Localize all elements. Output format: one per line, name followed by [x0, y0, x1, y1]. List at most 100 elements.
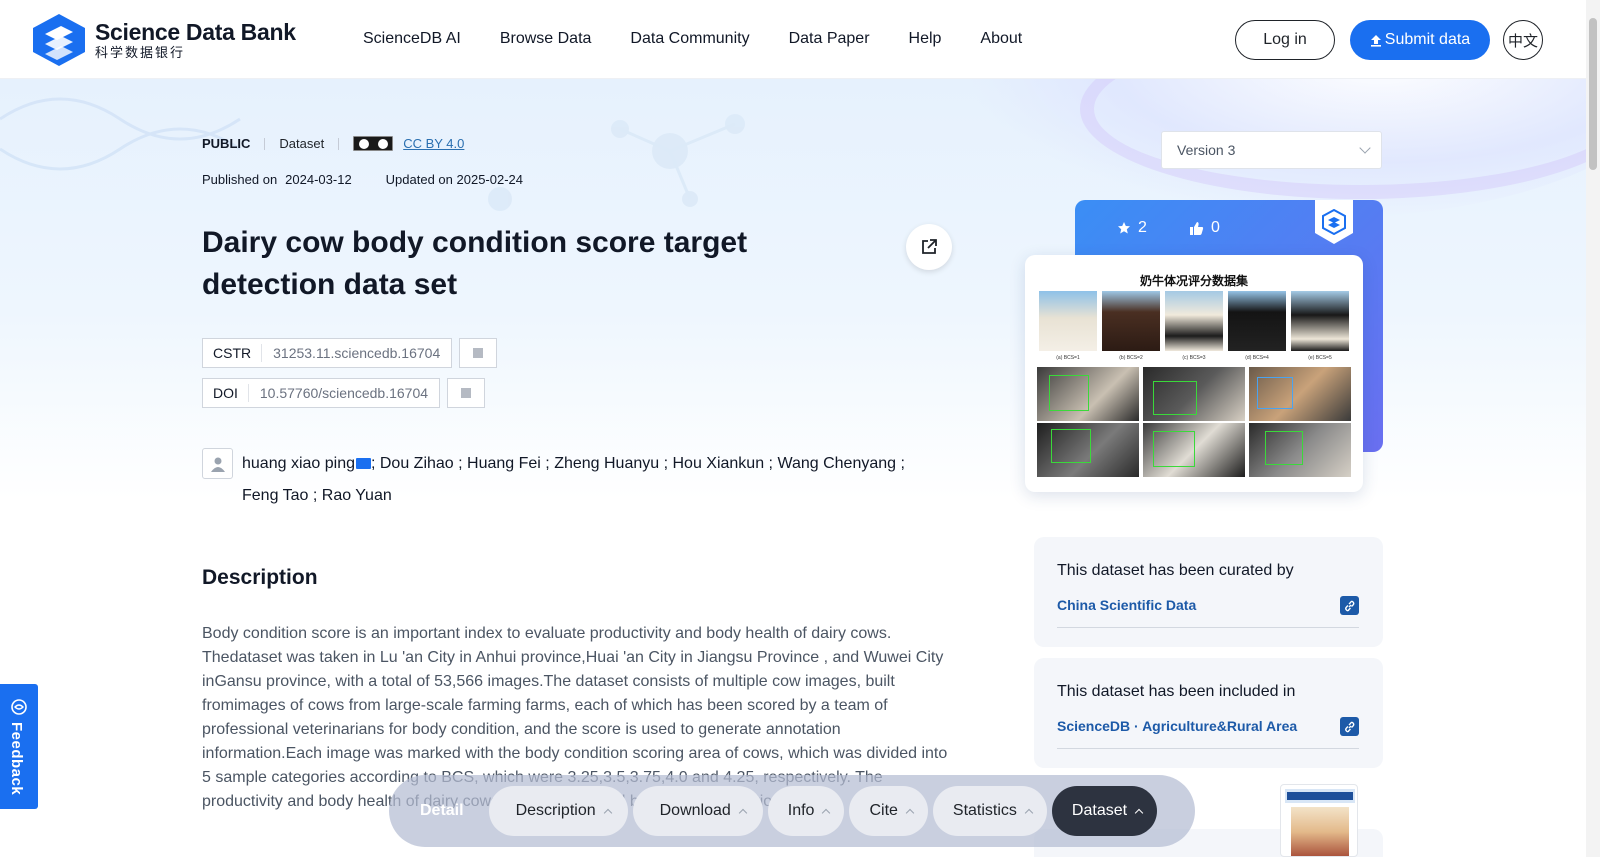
included-in-link[interactable]: ScienceDB · Agriculture&Rural Area [1057, 718, 1297, 734]
tab-dataset[interactable]: Dataset [1051, 786, 1158, 836]
curated-by-card: This dataset has been curated by China S… [1034, 537, 1383, 647]
site-logo[interactable]: Science Data Bank 科学数据银行 [31, 12, 296, 68]
main-nav: ScienceDB AI Browse Data Data Community … [363, 30, 1061, 48]
thumbnail-caption: (d) BCS=4 [1245, 355, 1269, 361]
tab-label: Cite [869, 802, 898, 819]
submit-data-label: Submit data [1384, 31, 1471, 48]
nav-sciencedb-ai[interactable]: ScienceDB AI [363, 30, 461, 48]
logo-mark-icon [33, 14, 85, 66]
cstr-value[interactable]: 31253.11.sciencedb.16704 [262, 345, 451, 361]
detection-image [1249, 367, 1351, 421]
email-icon[interactable] [355, 458, 371, 469]
nav-about[interactable]: About [980, 30, 1022, 48]
chevron-up-icon [822, 808, 831, 818]
detection-image [1143, 423, 1245, 477]
resource-type-label: Dataset [279, 136, 325, 151]
copy-icon [473, 348, 487, 361]
included-in-card: This dataset has been included in Scienc… [1034, 658, 1383, 768]
description-heading: Description [202, 566, 318, 589]
logo-subtitle: 科学数据银行 [95, 45, 186, 60]
chevron-up-icon [1134, 808, 1144, 818]
cstr-row: CSTR 31253.11.sciencedb.16704 [202, 338, 498, 368]
thumbnail-title: 奶牛体况评分数据集 [1139, 274, 1248, 288]
like-count-value: 0 [1211, 219, 1220, 236]
curated-by-link[interactable]: China Scientific Data [1057, 597, 1196, 613]
divider [338, 137, 340, 150]
chevron-up-icon [905, 808, 915, 818]
share-button[interactable] [906, 224, 952, 270]
cow-image [1102, 291, 1160, 351]
nav-help[interactable]: Help [909, 30, 942, 48]
tab-label: Dataset [1071, 802, 1128, 819]
thumbs-up-icon [1190, 221, 1204, 235]
login-button[interactable]: Log in [1235, 20, 1335, 60]
tab-statistics[interactable]: Statistics [932, 786, 1047, 836]
doi-key: DOI [203, 384, 249, 402]
chevron-up-icon [1024, 808, 1034, 818]
like-count[interactable]: 0 [1189, 219, 1220, 237]
tab-cite[interactable]: Cite [849, 786, 928, 836]
tab-label: Info [787, 802, 815, 819]
author-avatar-icon [202, 448, 233, 479]
cow-image [1291, 291, 1349, 351]
star-count[interactable]: 2 [1117, 219, 1147, 237]
nav-data-paper[interactable]: Data Paper [789, 30, 870, 48]
author-list: huang xiao ping; Dou Zihao ; Huang Fei ;… [242, 448, 922, 512]
tab-label: Description [515, 802, 596, 819]
external-share-icon [922, 239, 937, 254]
doi-row: DOI 10.57760/sciencedb.16704 [202, 378, 486, 408]
feedback-button[interactable]: Feedback [0, 684, 38, 809]
license-link[interactable]: CC BY 4.0 [403, 136, 464, 151]
chevron-down-icon [1359, 142, 1371, 154]
author-first[interactable]: huang xiao ping [242, 455, 355, 472]
thumbnail-caption: (e) BCS=5 [1308, 355, 1332, 361]
doi-field: DOI 10.57760/sciencedb.16704 [202, 378, 441, 408]
version-selected-value: Version 3 [1177, 142, 1236, 158]
feedback-icon [11, 699, 27, 715]
visibility-label: PUBLIC [202, 136, 251, 151]
feedback-label: Feedback [8, 722, 25, 796]
divider [264, 137, 266, 150]
language-switch-button[interactable]: 中文 [1503, 20, 1543, 60]
dataset-meta-row: PUBLIC Dataset CC BY 4.0 [202, 136, 464, 151]
cow-image [1228, 291, 1286, 351]
published-label: Published on [202, 172, 278, 187]
scrollbar-thumb[interactable] [1589, 18, 1597, 170]
thumbnail-caption: (a) BCS=1 [1056, 355, 1080, 361]
included-in-label: This dataset has been included in [1057, 683, 1296, 700]
cow-image [1165, 291, 1223, 351]
submit-data-button[interactable]: Submit data [1350, 20, 1490, 60]
chevron-up-icon [738, 808, 748, 818]
divider [1057, 748, 1359, 749]
doi-value[interactable]: 10.57760/sciencedb.16704 [249, 385, 439, 401]
cc-license-icon [353, 136, 394, 151]
tab-label: Statistics [952, 802, 1017, 819]
tab-info[interactable]: Info [767, 786, 845, 836]
journal-cover-image[interactable] [1280, 784, 1358, 857]
divider [1057, 627, 1359, 628]
detection-image [1249, 423, 1351, 477]
detail-label: Detail [420, 802, 464, 819]
cstr-field: CSTR 31253.11.sciencedb.16704 [202, 338, 453, 368]
tab-download[interactable]: Download [632, 786, 763, 836]
upload-icon [1370, 34, 1381, 47]
detection-image [1037, 423, 1139, 477]
updated-date: Updated on 2025-02-24 [385, 172, 524, 187]
copy-doi-button[interactable] [447, 378, 486, 408]
dates-row: Published on 2024-03-12 Updated on 2025-… [202, 172, 523, 187]
copy-cstr-button[interactable] [459, 338, 498, 368]
top-header: Science Data Bank 科学数据银行 ScienceDB AI Br… [0, 0, 1586, 79]
link-icon[interactable] [1340, 596, 1359, 615]
version-select[interactable]: Version 3 [1161, 131, 1382, 169]
curated-by-label: This dataset has been curated by [1057, 562, 1294, 579]
chevron-up-icon [603, 808, 612, 818]
page-scrollbar[interactable] [1586, 0, 1600, 857]
copy-icon [461, 388, 475, 401]
nav-browse-data[interactable]: Browse Data [500, 30, 592, 48]
dataset-thumbnail[interactable]: 奶牛体况评分数据集 (a) BCS=1 (b) BCS=2 (c) BCS=3 … [1025, 255, 1363, 492]
link-icon[interactable] [1340, 717, 1359, 736]
tab-description[interactable]: Description [488, 786, 628, 836]
cstr-key: CSTR [203, 344, 263, 362]
star-icon [1118, 222, 1130, 234]
nav-data-community[interactable]: Data Community [630, 30, 749, 48]
